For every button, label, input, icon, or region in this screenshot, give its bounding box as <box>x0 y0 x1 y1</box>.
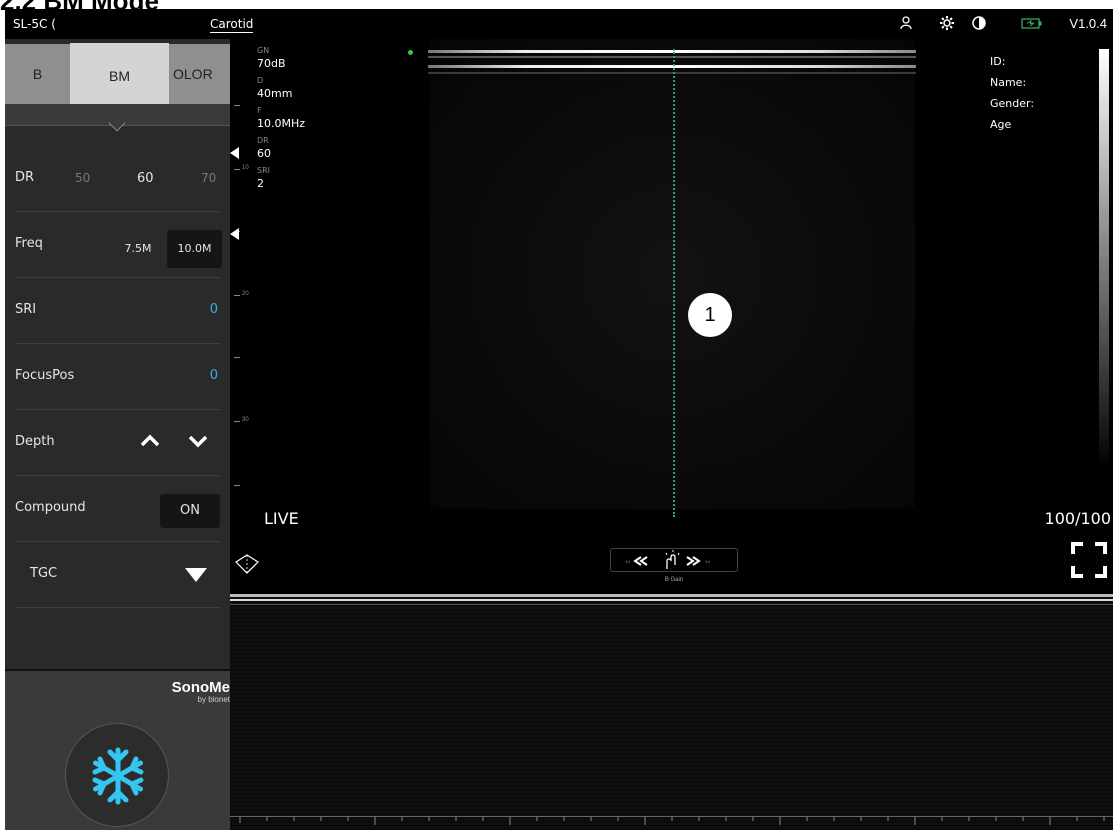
hand-touch-icon <box>665 550 680 569</box>
freeze-button[interactable] <box>65 723 169 827</box>
preset-label[interactable]: Carotid <box>210 17 254 33</box>
tgc-label: TGC <box>30 566 58 581</box>
frame-counter: 100/100 <box>1044 509 1111 528</box>
m-mode-trace[interactable] <box>230 594 1113 830</box>
focuspos-control[interactable]: FocusPos 0 <box>15 344 220 410</box>
vessel-wall-upper-2 <box>428 56 916 58</box>
patient-id: ID: <box>990 55 1006 68</box>
m-line-cursor[interactable] <box>673 49 675 517</box>
tab-color-mode[interactable]: OLOR <box>169 44 230 104</box>
chevron-up-icon <box>140 434 160 447</box>
control-panel: B BM OLOR DR 50 60 70 Freq 7.5M 10.0M SR… <box>5 39 230 830</box>
imaging-params: GN 70dB D 40mm F 10.0MHz DR 60 SRI 2 <box>257 45 305 195</box>
time-axis <box>230 816 1113 830</box>
brand-name: SonoMe <box>171 679 230 696</box>
freq-control: Freq 7.5M 10.0M <box>15 212 222 278</box>
depth-up-button[interactable] <box>135 426 165 456</box>
user-icon[interactable] <box>899 15 915 31</box>
tab-bm-mode[interactable]: BM <box>70 43 169 109</box>
grayscale-bar <box>1099 49 1109 469</box>
ruler-label-30: 30 <box>242 417 249 423</box>
dr-option-70[interactable]: 70 <box>201 171 216 185</box>
sri-label: SRI <box>15 302 37 317</box>
orientation-dot <box>408 50 413 55</box>
dr-option-60[interactable]: 60 <box>137 171 154 186</box>
patient-info[interactable]: ID: Name: Gender: Age <box>990 51 1034 135</box>
tgc-expand-icon[interactable] <box>185 568 207 582</box>
ruler-label-20: 20 <box>242 291 249 297</box>
param-key: D <box>257 76 264 85</box>
m-mode-wall-lower <box>230 599 1113 601</box>
sri-value[interactable]: 0 <box>210 302 218 317</box>
ruler-label-10: 10 <box>242 165 249 171</box>
gain-increase-icon <box>686 556 701 566</box>
vessel-wall-lower-2 <box>428 72 916 74</box>
brand-logo: SonoMe by bionet <box>172 679 230 704</box>
battery-icon <box>1021 15 1043 31</box>
probe-icon[interactable] <box>233 553 261 575</box>
focuspos-label: FocusPos <box>15 368 75 383</box>
vessel-wall-upper <box>428 50 916 53</box>
param-value: 2 <box>257 177 264 190</box>
param-value: 40mm <box>257 87 293 100</box>
compound-control: Compound ON <box>15 476 220 542</box>
patient-gender: Gender: <box>990 97 1035 110</box>
param-key: F <box>257 106 262 115</box>
m-mode-wall-line <box>230 604 1113 605</box>
snowflake-icon <box>92 747 144 805</box>
dr-control: DR 50 60 70 <box>15 146 220 212</box>
param-value: 10.0MHz <box>257 117 306 130</box>
dr-option-50[interactable]: 50 <box>75 171 90 185</box>
mode-tabs: B BM OLOR <box>5 43 230 109</box>
svg-text:‹‹: ‹‹ <box>625 558 631 566</box>
contrast-icon[interactable] <box>971 15 987 31</box>
brand-sub: by bionet <box>197 695 230 704</box>
param-key: GN <box>257 46 270 55</box>
b-mode-image-area[interactable]: 10 20 30 GN 70dB D 40mm F 10.0MHz DR 60 … <box>230 39 1113 594</box>
left-bottom-area: SonoMe by bionet <box>5 669 230 830</box>
param-value: 70dB <box>257 57 286 70</box>
depth-label: Depth <box>15 434 55 449</box>
dr-label: DR <box>15 170 35 185</box>
compound-label: Compound <box>15 500 86 515</box>
param-key: SRI <box>257 166 270 175</box>
freq-label: Freq <box>15 236 43 251</box>
param-key: DR <box>257 136 269 145</box>
patient-age: Age <box>990 118 1012 131</box>
freq-option-7-5m[interactable]: 7.5M <box>113 230 163 268</box>
probe-label[interactable]: SL-5C ( <box>13 17 56 31</box>
fullscreen-icon <box>1071 542 1107 578</box>
compound-toggle-button[interactable]: ON <box>160 494 220 528</box>
ultrasound-app: SL-5C ( Carotid V1.0.4 B BM OLOR DR 50 6… <box>5 9 1113 830</box>
live-status: LIVE <box>264 509 299 528</box>
chevron-down-icon <box>188 435 208 448</box>
focus-marker-icon[interactable] <box>230 228 239 240</box>
top-bar: SL-5C ( Carotid V1.0.4 <box>5 9 1113 39</box>
patient-name: Name: <box>990 76 1027 89</box>
b-gain-label: B Gain <box>664 577 684 583</box>
tab-b-mode[interactable]: B <box>5 44 70 104</box>
tgc-control[interactable]: TGC <box>15 542 220 608</box>
gain-decrease-icon <box>633 556 648 566</box>
freq-option-10-0m[interactable]: 10.0M <box>167 230 222 268</box>
param-value: 60 <box>257 147 271 160</box>
version-label: V1.0.4 <box>1069 16 1107 31</box>
focus-marker-icon[interactable] <box>230 147 239 159</box>
depth-down-button[interactable] <box>183 426 213 456</box>
vessel-wall-lower <box>428 65 916 68</box>
gear-icon[interactable] <box>939 15 955 31</box>
depth-control: Depth <box>15 410 220 476</box>
sri-control[interactable]: SRI 0 <box>15 278 220 344</box>
m-mode-wall-upper <box>230 594 1113 597</box>
fullscreen-button[interactable] <box>1071 542 1107 578</box>
focuspos-value[interactable]: 0 <box>210 368 218 383</box>
callout-number: 1 <box>688 293 732 337</box>
b-gain-control[interactable]: ‹‹ ›› <box>610 548 738 572</box>
svg-text:››: ›› <box>705 558 711 566</box>
